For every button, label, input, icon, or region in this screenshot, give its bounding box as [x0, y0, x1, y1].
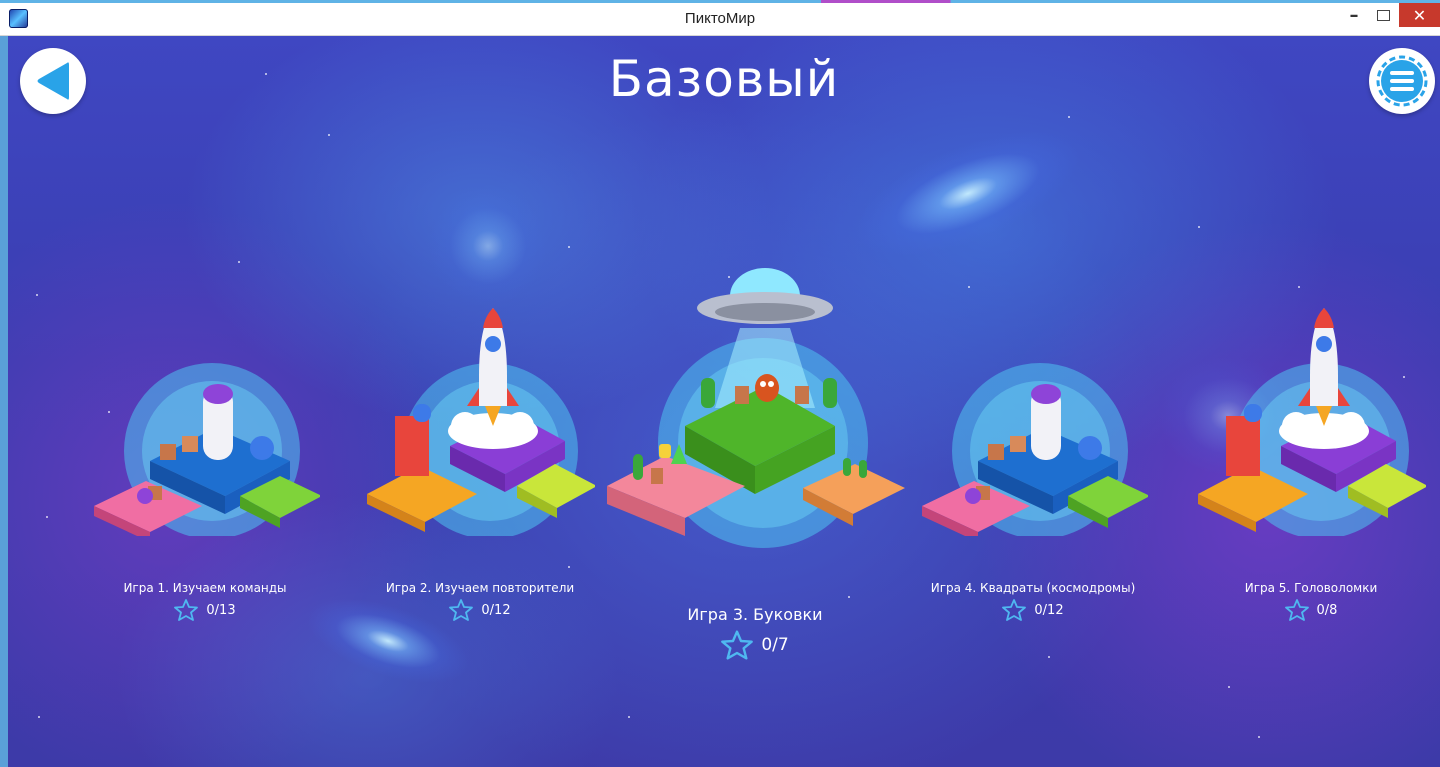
- game-card-1[interactable]: Игра 1. Изучаем команды 0/13: [90, 336, 320, 621]
- star-dot: [238, 261, 240, 263]
- maximize-icon: [1376, 9, 1390, 21]
- game-selection-stage: Базовый Игра 1. Изучаем команды 0/13 Игр…: [8, 36, 1440, 767]
- galaxy-decoration: [428, 186, 548, 306]
- page-title: Базовый: [608, 50, 840, 108]
- star-dot: [628, 716, 630, 718]
- game-score: 0/13: [90, 599, 320, 621]
- game-score-value: 0/8: [1316, 602, 1338, 618]
- game-score-value: 0/13: [206, 602, 236, 618]
- close-button[interactable]: ✕: [1399, 3, 1440, 27]
- robot-base-platform-icon: [94, 363, 320, 536]
- ufo-garden-platform-icon: [607, 268, 905, 548]
- game-score-value: 0/12: [481, 602, 511, 618]
- maximize-button[interactable]: [1370, 3, 1396, 27]
- window-left-edge: [0, 36, 8, 767]
- star-dot: [1198, 226, 1200, 228]
- minimize-button[interactable]: –: [1341, 3, 1367, 27]
- star-dot: [568, 246, 570, 248]
- galaxy-decoration: [838, 104, 1098, 283]
- game-label: Игра 5. Головоломки: [1244, 581, 1378, 595]
- game-score: 0/7: [605, 630, 905, 660]
- star-outline-icon: [449, 599, 474, 621]
- game-score-value: 0/12: [1034, 602, 1064, 618]
- game-card-3[interactable]: Игра 3. Буковки 0/7: [605, 268, 905, 660]
- star-dot: [1298, 286, 1300, 288]
- star-outline-icon: [721, 630, 754, 660]
- star-dot: [1068, 116, 1070, 118]
- game-label: Игра 3. Буковки: [687, 605, 823, 624]
- star-outline-icon: [1284, 599, 1309, 621]
- star-dot: [46, 516, 48, 518]
- game-card-4[interactable]: Игра 4. Квадраты (космодромы) 0/12: [918, 336, 1148, 621]
- game-card-2[interactable]: Игра 2. Изучаем повторители 0/12: [365, 306, 595, 621]
- game-score: 0/8: [1196, 599, 1426, 621]
- star-dot: [328, 134, 330, 136]
- game-label: Игра 2. Изучаем повторители: [385, 581, 575, 595]
- game-card-5[interactable]: Игра 5. Головоломки 0/8: [1196, 306, 1426, 621]
- window-titlebar: ПиктоМир – ✕: [0, 0, 1440, 36]
- menu-button[interactable]: [1369, 48, 1435, 114]
- game-score: 0/12: [918, 599, 1148, 621]
- star-dot: [36, 294, 38, 296]
- rocket-launch-platform-icon: [367, 308, 595, 536]
- star-dot: [1258, 736, 1260, 738]
- titlebar-accent: [0, 0, 1440, 3]
- menu-hamburger-icon: [1376, 55, 1428, 107]
- game-score-value: 0/7: [761, 635, 789, 655]
- star-outline-icon: [174, 599, 199, 621]
- star-dot: [1228, 686, 1230, 688]
- star-dot: [38, 716, 40, 718]
- star-outline-icon: [1002, 599, 1027, 621]
- rocket-launch-platform-icon: [1198, 308, 1426, 536]
- robot-base-platform-icon: [922, 363, 1148, 536]
- star-dot: [968, 286, 970, 288]
- window-title: ПиктоМир: [684, 10, 756, 27]
- star-dot: [1048, 656, 1050, 658]
